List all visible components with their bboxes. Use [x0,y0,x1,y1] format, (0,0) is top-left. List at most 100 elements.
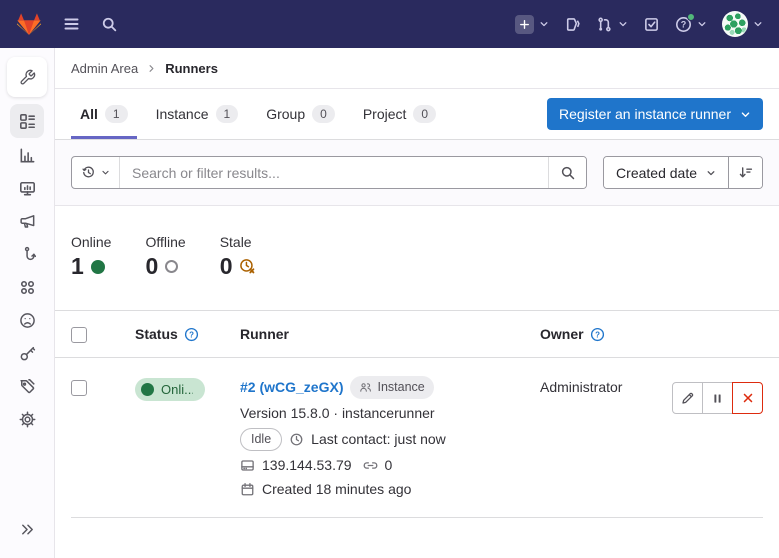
sidebar-item-system-hooks[interactable] [10,238,44,271]
runner-type-badge: Instance [350,376,433,399]
breadcrumb-current: Runners [165,61,218,76]
runners-table: Status ? Runner Owner ? [55,310,779,518]
merge-request-icon [596,16,613,33]
tab-label: Project [363,106,407,122]
status-column-header: Status [135,326,178,342]
nav-search-icon[interactable] [101,16,118,33]
help-icon: ? [675,16,692,33]
offline-status-icon [165,260,178,273]
gitlab-logo-icon[interactable] [16,12,42,37]
hamburger-menu-icon[interactable] [62,16,81,32]
select-all-checkbox[interactable] [71,327,87,343]
tab-label: Group [266,106,305,122]
chevron-down-icon [706,168,716,178]
sort-descending-icon [738,165,753,180]
status-help-icon[interactable]: ? [184,327,199,342]
row-checkbox[interactable] [71,380,87,396]
sidebar-item-messages[interactable] [10,205,44,238]
sort-direction-button[interactable] [728,157,762,188]
sort-by-label: Created date [616,165,697,181]
sidebar-item-applications[interactable] [10,271,44,304]
runner-row: Onli... #2 (wCG_zeGX) Instance [55,358,779,517]
bar-chart-icon [19,147,36,164]
help-menu-button[interactable]: ? [675,16,707,33]
runner-tabs: All 1 Instance 1 Group 0 Project 0 Regis… [55,89,779,140]
edit-runner-button[interactable] [672,382,703,414]
stat-label: Online [71,234,111,250]
owner-help-icon[interactable]: ? [590,327,605,342]
last-contact-text: Last contact: just now [311,430,446,449]
runner-type-label: Instance [377,378,424,397]
runner-link[interactable]: #2 (wCG_zeGX) [240,378,343,397]
tab-group[interactable]: Group 0 [257,89,344,139]
notification-dot [687,13,695,21]
runner-status-badge: Onli... [135,378,205,401]
tab-instance[interactable]: Instance 1 [147,89,248,139]
main-content: Admin Area Runners All 1 Instance 1 Grou… [55,48,779,518]
online-status-icon [91,260,105,274]
svg-text:?: ? [595,330,600,339]
stat-stale: Stale 0 [220,234,257,280]
sidebar-item-overview[interactable] [10,104,44,138]
sidebar-item-deploy-keys[interactable] [10,337,44,370]
runner-column-header: Runner [240,326,289,342]
chevron-down-icon [697,19,707,29]
register-instance-runner-button[interactable]: Register an instance runner [547,98,763,130]
disk-icon [240,458,255,473]
sidebar-item-monitoring[interactable] [10,172,44,205]
sort-by-dropdown[interactable]: Created date [604,157,728,188]
stale-clock-icon [239,258,256,275]
search-input[interactable] [120,157,548,188]
table-header-row: Status ? Runner Owner ? [55,311,779,358]
admin-sidebar [0,48,55,558]
key-icon [19,345,36,362]
breadcrumb-admin-area-link[interactable]: Admin Area [71,61,138,76]
sort-controls: Created date [603,156,763,189]
sidebar-item-abuse-reports[interactable] [10,304,44,337]
issues-icon[interactable] [564,16,581,33]
hook-icon [19,246,36,263]
user-menu-button[interactable] [722,11,763,37]
plus-icon [515,15,534,34]
top-navbar: ? [0,0,779,48]
search-icon [560,165,576,181]
runner-created-text: Created 18 minutes ago [262,480,411,499]
table-bottom-divider [71,517,763,518]
delete-runner-button[interactable] [732,382,763,414]
megaphone-icon [19,213,36,230]
close-icon [741,391,755,405]
runner-ip-text: 139.144.53.79 [262,456,352,475]
register-button-label: Register an instance runner [559,106,731,122]
sidebar-item-analytics[interactable] [10,139,44,172]
users-icon [359,381,372,394]
sidebar-item-settings[interactable] [10,403,44,436]
search-submit-button[interactable] [548,157,586,188]
history-icon [81,165,96,180]
stat-value: 1 [71,253,84,280]
merge-requests-button[interactable] [596,16,628,33]
link-icon [363,458,378,473]
online-dot-icon [141,383,154,396]
breadcrumb: Admin Area Runners [55,48,779,89]
labels-icon [19,378,36,395]
sidebar-item-labels[interactable] [10,370,44,403]
stat-value: 0 [145,253,158,280]
tab-project[interactable]: Project 0 [354,89,445,139]
tab-label: Instance [156,106,209,122]
runner-actions [672,382,763,414]
search-filter-box [71,156,587,189]
chevron-down-icon [753,19,763,29]
gear-icon [19,411,36,428]
sidebar-item-admin-overview[interactable] [7,57,47,97]
svg-text:?: ? [681,19,687,29]
runner-owner: Administrator [540,376,670,395]
new-menu-button[interactable] [515,15,549,34]
sidebar-expand-button[interactable] [10,513,44,546]
search-history-dropdown[interactable] [72,157,120,188]
clock-icon [289,432,304,447]
status-badge-label: Onli... [161,382,193,397]
tab-all[interactable]: All 1 [71,89,137,139]
todos-icon[interactable] [643,16,660,33]
chevron-down-icon [101,168,110,177]
pause-runner-button[interactable] [702,382,733,414]
